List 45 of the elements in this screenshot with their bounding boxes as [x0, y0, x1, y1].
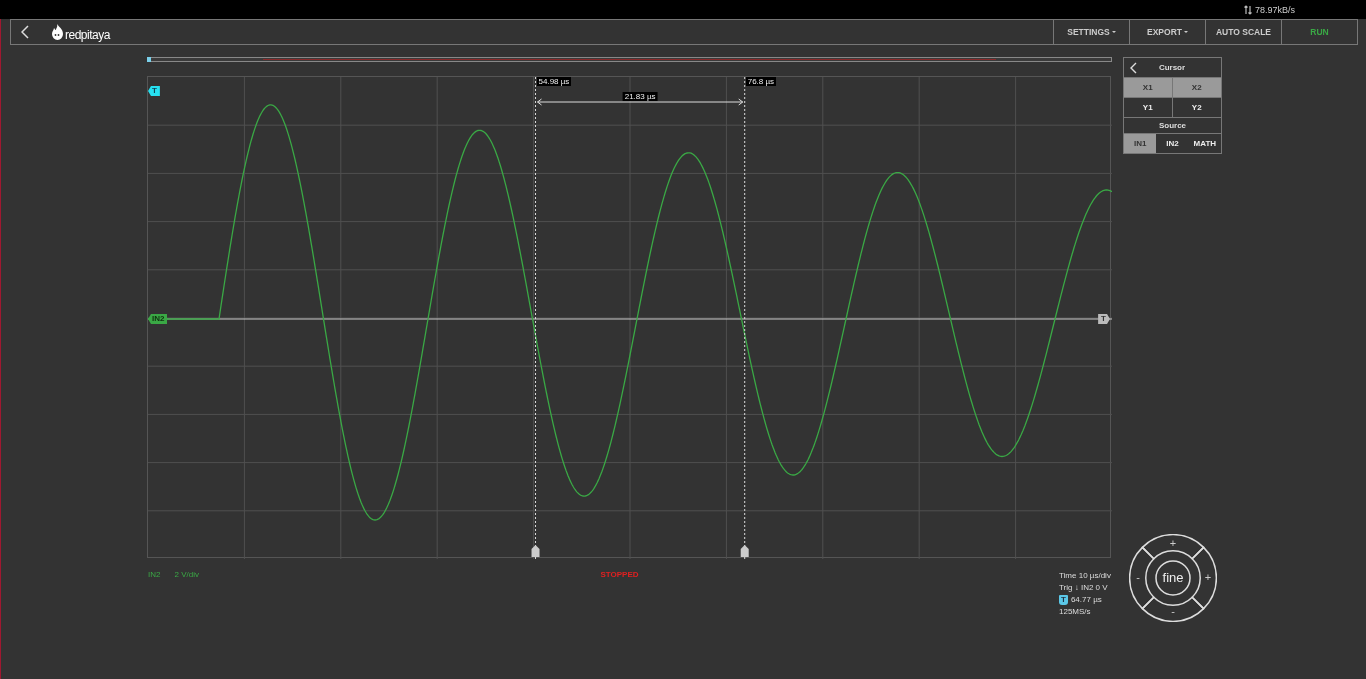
fine-adjust-wheel[interactable] — [1129, 534, 1217, 622]
cursor-value: 76.8 µs — [745, 77, 777, 86]
trigger-time: 64.77 µs — [1070, 594, 1102, 605]
trigger-marker[interactable]: T — [148, 86, 160, 96]
action-button[interactable]: AUTO SCALE — [1205, 20, 1281, 44]
cursor-toggle[interactable]: X2 — [1172, 78, 1221, 98]
trigger-setting: Trig ↓ IN2 0 V — [1059, 582, 1109, 593]
channel-scale: 2 V/div — [174, 570, 199, 581]
time-scale: Time 10 µs/div — [1059, 570, 1112, 581]
cursor-line[interactable] — [531, 77, 540, 559]
network-rate: 78.97kB/s — [1254, 4, 1295, 15]
channel-name: IN2 — [148, 570, 161, 581]
back-icon[interactable] — [21, 25, 29, 39]
increase-button[interactable]: + — [1169, 537, 1177, 549]
source-heading: Source — [1158, 121, 1187, 130]
trigger-level-marker[interactable]: T — [1098, 314, 1110, 324]
menu-button[interactable]: SETTINGS — [1053, 20, 1129, 44]
cursor-toggle[interactable]: Y2 — [1172, 98, 1221, 118]
decrease-button[interactable]: - — [1171, 605, 1175, 617]
caret-icon — [1183, 31, 1188, 33]
cursor-toggle[interactable]: Y1 — [1124, 98, 1173, 118]
flame-logo-icon — [51, 23, 64, 41]
cursor-toggle[interactable]: X1 — [1124, 78, 1173, 98]
trigger-time-badge: T — [1059, 594, 1068, 605]
acquisition-status: STOPPED — [600, 570, 639, 581]
back-icon[interactable] — [1130, 61, 1137, 74]
caret-icon — [1111, 31, 1116, 33]
run-button[interactable]: RUN — [1281, 20, 1357, 44]
increase-button[interactable]: + — [1204, 571, 1212, 583]
source-option[interactable]: IN2 — [1156, 134, 1189, 153]
cursor-value: 54.98 µs — [536, 77, 572, 86]
source-option[interactable]: IN1 — [1124, 134, 1157, 153]
cursor-delta-value: 21.83 µs — [622, 92, 658, 101]
cursor-line[interactable] — [740, 77, 749, 559]
decrease-button[interactable]: - — [1136, 571, 1140, 583]
source-option[interactable]: MATH — [1188, 134, 1221, 153]
panel-title: Cursor — [1157, 63, 1187, 72]
buffer-position-bar[interactable] — [147, 57, 1112, 62]
network-transfer-icon — [1243, 4, 1252, 15]
sample-rate: 125MS/s — [1059, 606, 1092, 617]
buffer-start-marker — [147, 57, 151, 62]
logo-text: redpitaya — [65, 28, 110, 42]
menu-button[interactable]: EXPORT — [1129, 20, 1205, 44]
channel-marker[interactable]: IN2 — [148, 314, 168, 324]
oscilloscope-plot[interactable]: 54.98 µs 76.8 µs 21.83 µs T IN2 T — [147, 76, 1111, 558]
